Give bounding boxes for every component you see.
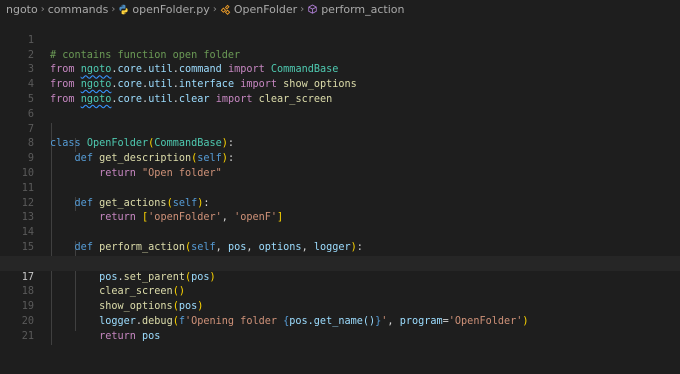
code-line[interactable]: 5 <box>0 78 680 105</box>
method-icon <box>308 4 317 14</box>
class-icon <box>220 4 231 15</box>
line-text: return pos <box>99 330 161 342</box>
code-line[interactable]: 3 from ngoto.core.util.interface import … <box>0 49 680 90</box>
code-line[interactable]: 8 def get_description(self): <box>0 123 680 164</box>
code-line[interactable]: 1 # contains function open folder <box>0 19 680 61</box>
code-line[interactable]: 20 return pos <box>0 300 680 342</box>
chevron-right-icon: › <box>212 4 217 15</box>
code-line[interactable]: 21 <box>0 315 680 342</box>
chevron-right-icon: › <box>40 4 45 15</box>
code-line[interactable]: 13 <box>0 197 680 223</box>
breadcrumb-item-commands[interactable]: commands <box>48 3 109 16</box>
code-line[interactable]: 14 def perform_action(self, pos, options… <box>0 211 680 253</box>
code-line[interactable]: 18 show_options(pos) <box>0 271 680 312</box>
code-line[interactable]: 15 pos = pos.get_child(int(options[0])-1… <box>0 226 680 268</box>
code-line[interactable]: 19 logger.debug(f'Opening folder {pos.ge… <box>0 285 680 327</box>
code-line[interactable]: 7 class OpenFolder(CommandBase): <box>0 108 680 150</box>
chevron-right-icon: › <box>300 4 305 15</box>
breadcrumb-item-class[interactable]: OpenFolder <box>220 3 297 16</box>
code-line-current[interactable]: 17 clear_screen() <box>0 255 680 297</box>
code-line[interactable]: 2 from ngoto.core.util.command import Co… <box>0 34 680 76</box>
breadcrumb-item-ngoto[interactable]: ngoto <box>6 3 38 16</box>
chevron-right-icon: › <box>111 4 116 15</box>
code-line[interactable]: 16 pos.set_parent(pos) <box>0 241 680 283</box>
breadcrumb-file-label: openFolder.py <box>132 3 210 16</box>
code-line[interactable]: 12 return ['openFolder', 'openF'] <box>0 182 680 224</box>
code-line[interactable]: 4 from ngoto.core.util.clear import clea… <box>0 63 680 105</box>
breadcrumb-item-method[interactable]: perform_action <box>307 3 404 16</box>
breadcrumb-item-file[interactable]: openFolder.py <box>118 3 210 16</box>
code-editor[interactable]: 1 # contains function open folder 2 from… <box>0 19 680 351</box>
line-number: 21 <box>21 330 34 342</box>
breadcrumb-method-label: perform_action <box>321 3 405 16</box>
breadcrumb: ngoto › commands › openFolder.py › OpenF… <box>0 0 680 19</box>
code-line[interactable]: 9 return "Open folder" <box>0 137 680 179</box>
breadcrumb-class-label: OpenFolder <box>233 3 298 16</box>
code-line[interactable]: 10 <box>0 152 680 179</box>
code-line[interactable]: 6 <box>0 93 680 120</box>
code-line[interactable]: 11 def get_actions(self): <box>0 167 680 209</box>
python-icon <box>119 4 128 15</box>
